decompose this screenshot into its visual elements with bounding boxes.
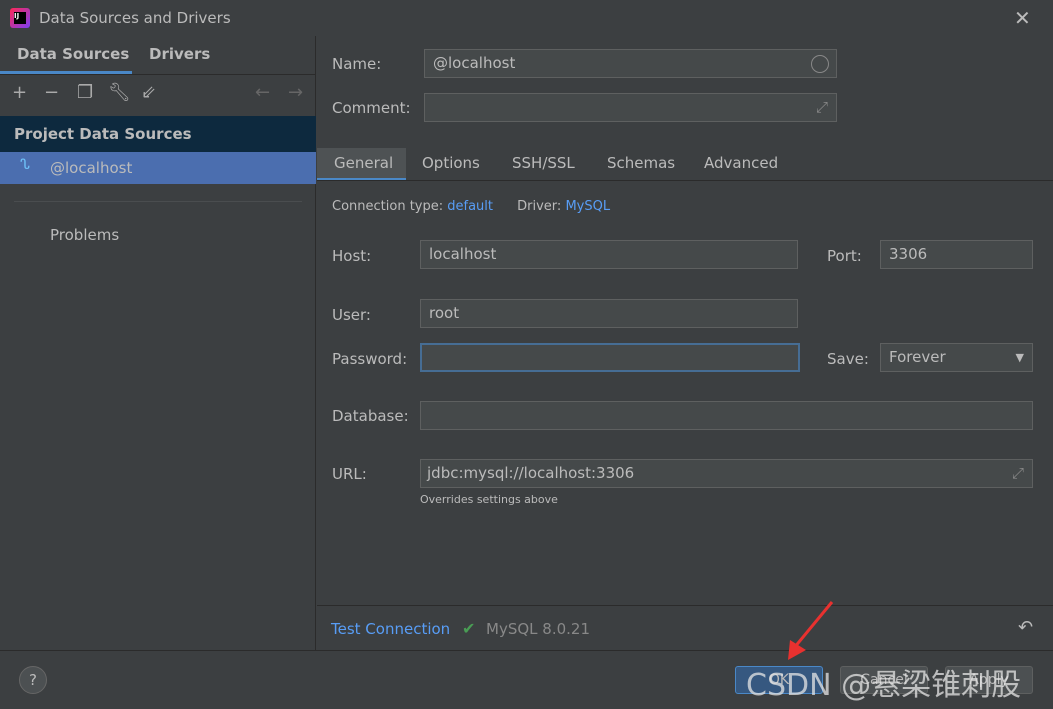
connection-info: Connection type: default Driver: MySQL	[332, 199, 611, 214]
list-item[interactable]: ᔐ @localhost	[0, 152, 316, 184]
save-select[interactable]: Forever ▼	[880, 343, 1033, 372]
tab-schemas[interactable]: Schemas	[607, 148, 675, 181]
driver-link[interactable]: MySQL	[565, 199, 610, 214]
section-header: Project Data Sources	[0, 116, 316, 152]
user-label: User:	[332, 306, 371, 324]
tab-advanced[interactable]: Advanced	[704, 148, 778, 181]
forward-arrow-icon[interactable]: →	[288, 82, 303, 103]
window-title: Data Sources and Drivers	[39, 9, 231, 27]
wrench-icon[interactable]: 🔧︎	[108, 82, 131, 103]
database-input[interactable]	[420, 401, 1033, 430]
left-panel: Data Sources Drivers + − ❐ 🔧︎ ⇙ ← → Proj…	[0, 36, 316, 650]
user-input[interactable]: root	[420, 299, 798, 328]
back-arrow-icon[interactable]: ←	[255, 82, 270, 103]
host-label: Host:	[332, 247, 372, 265]
close-icon[interactable]: ✕	[1014, 6, 1031, 30]
url-label: URL:	[332, 465, 367, 483]
host-input[interactable]: localhost	[420, 240, 798, 269]
add-icon[interactable]: +	[12, 82, 27, 103]
mysql-icon: ᔐ	[20, 157, 30, 173]
port-input[interactable]: 3306	[880, 240, 1033, 269]
chevron-down-icon: ▼	[1015, 351, 1024, 364]
expand-icon: ⤢	[1011, 464, 1024, 482]
name-input[interactable]: @localhost	[424, 49, 837, 78]
save-label: Save:	[827, 350, 869, 368]
connection-result: MySQL 8.0.21	[486, 620, 590, 638]
port-label: Port:	[827, 247, 862, 265]
import-icon[interactable]: ⇙	[141, 82, 156, 103]
tab-options[interactable]: Options	[422, 148, 480, 181]
red-arrow-annotation	[788, 601, 834, 660]
help-button[interactable]: ?	[19, 666, 47, 694]
comment-input[interactable]: ⤢	[424, 93, 837, 122]
revert-icon[interactable]: ↶	[1018, 617, 1033, 638]
watermark: CSDN @悬梁锥刺股	[746, 668, 1022, 703]
name-label: Name:	[332, 55, 382, 73]
url-input[interactable]: jdbc:mysql://localhost:3306 ⤢	[420, 459, 1033, 488]
remove-icon[interactable]: −	[44, 82, 59, 103]
comment-label: Comment:	[332, 99, 411, 117]
app-logo-icon: IJ	[10, 8, 30, 28]
title-bar: IJ Data Sources and Drivers ✕	[0, 0, 1053, 36]
color-circle-icon	[811, 55, 829, 73]
url-hint: Overrides settings above	[420, 493, 558, 506]
problems-item[interactable]: Problems	[50, 226, 119, 244]
tab-drivers[interactable]: Drivers	[149, 36, 210, 74]
tab-ssh-ssl[interactable]: SSH/SSL	[512, 148, 575, 181]
database-label: Database:	[332, 407, 409, 425]
password-label: Password:	[332, 350, 408, 368]
password-input[interactable]	[420, 343, 800, 372]
tab-data-sources[interactable]: Data Sources	[17, 36, 129, 74]
check-icon: ✔	[462, 619, 476, 638]
test-connection-link[interactable]: Test Connection	[331, 620, 450, 638]
tab-general[interactable]: General	[317, 148, 406, 181]
duplicate-icon[interactable]: ❐	[77, 82, 93, 103]
connection-type-link[interactable]: default	[447, 199, 493, 214]
expand-icon: ⤢	[815, 98, 828, 116]
